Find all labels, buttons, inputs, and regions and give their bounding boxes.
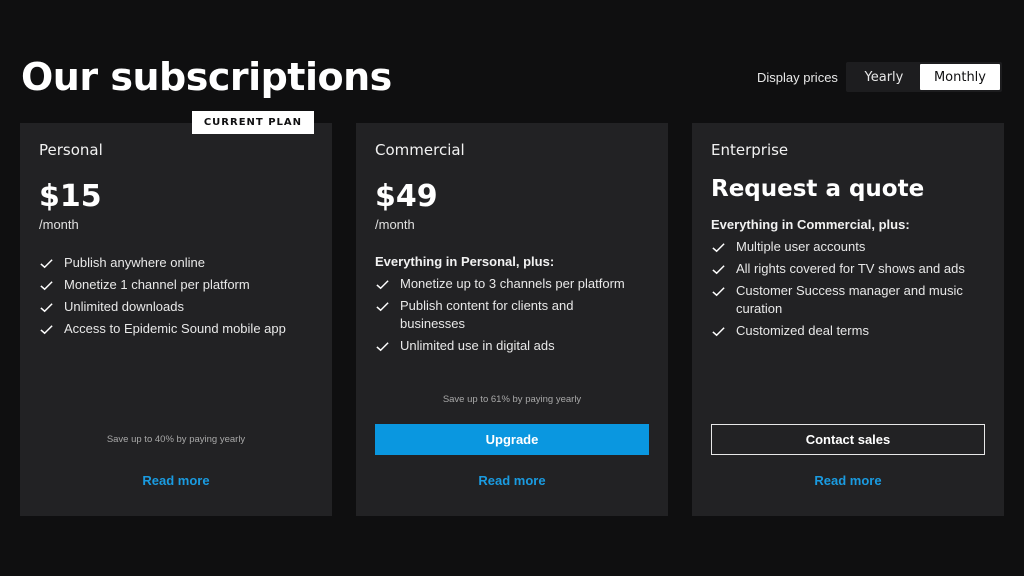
feature-item: Unlimited use in digital ads <box>375 337 649 355</box>
checkmark-icon <box>40 281 53 291</box>
plan-card-enterprise: Enterprise Request a quote Everything in… <box>692 123 1004 516</box>
checkmark-icon <box>376 342 389 352</box>
contact-sales-button[interactable]: Contact sales <box>711 424 985 455</box>
subscriptions-page: Our subscriptions Display prices Yearly … <box>0 0 1024 576</box>
checkmark-icon <box>376 302 389 312</box>
monthly-toggle-button[interactable]: Monthly <box>919 64 1000 90</box>
feature-text: All rights covered for TV shows and ads <box>736 261 965 276</box>
checkmark-icon <box>376 280 389 290</box>
checkmark-icon <box>712 327 725 337</box>
feature-list: Publish anywhere online Monetize 1 chann… <box>39 254 313 338</box>
feature-text: Monetize 1 channel per platform <box>64 277 250 292</box>
feature-list: Multiple user accounts All rights covere… <box>711 238 985 340</box>
current-plan-badge: CURRENT PLAN <box>191 111 314 134</box>
feature-text: Multiple user accounts <box>736 239 866 254</box>
plan-intro: Everything in Commercial, plus: <box>711 217 910 232</box>
feature-item: Monetize up to 3 channels per platform <box>375 275 649 293</box>
read-more-link[interactable]: Read more <box>20 473 332 488</box>
feature-item: Access to Epidemic Sound mobile app <box>39 320 313 338</box>
checkmark-icon <box>40 303 53 313</box>
feature-text: Publish content for clients and business… <box>400 298 574 331</box>
plan-name: Commercial <box>375 141 465 159</box>
plan-card-commercial: Commercial $49 /month Everything in Pers… <box>356 123 668 516</box>
feature-item: Unlimited downloads <box>39 298 313 316</box>
plan-card-personal: CURRENT PLAN Personal $15 /month Publish… <box>20 111 332 516</box>
plan-price: $15 <box>39 179 102 214</box>
yearly-savings-note: Save up to 40% by paying yearly <box>106 434 246 445</box>
feature-text: Customer Success manager and music curat… <box>736 283 963 316</box>
feature-item: Publish anywhere online <box>39 254 313 272</box>
feature-text: Unlimited use in digital ads <box>400 338 555 353</box>
read-more-link[interactable]: Read more <box>356 473 668 488</box>
read-more-link[interactable]: Read more <box>692 473 1004 488</box>
feature-item: Monetize 1 channel per platform <box>39 276 313 294</box>
display-prices-label: Display prices <box>757 69 838 85</box>
yearly-toggle-button[interactable]: Yearly <box>848 64 920 90</box>
feature-text: Unlimited downloads <box>64 299 184 314</box>
feature-item: All rights covered for TV shows and ads <box>711 260 985 278</box>
feature-item: Customized deal terms <box>711 322 985 340</box>
plan-name: Personal <box>39 141 103 159</box>
feature-item: Multiple user accounts <box>711 238 985 256</box>
feature-item: Publish content for clients and business… <box>375 297 649 333</box>
feature-text: Access to Epidemic Sound mobile app <box>64 321 286 336</box>
price-display-toggle-group: Display prices Yearly Monthly <box>757 62 1002 92</box>
request-quote-headline: Request a quote <box>711 176 925 202</box>
plan-intro: Everything in Personal, plus: <box>375 254 555 269</box>
yearly-savings-note: Save up to 61% by paying yearly <box>442 394 582 405</box>
feature-text: Customized deal terms <box>736 323 869 338</box>
billing-period-toggle: Yearly Monthly <box>845 62 1002 92</box>
plan-price: $49 <box>375 179 438 214</box>
checkmark-icon <box>40 259 53 269</box>
checkmark-icon <box>712 243 725 253</box>
price-unit: /month <box>39 217 79 232</box>
feature-text: Publish anywhere online <box>64 255 205 270</box>
checkmark-icon <box>712 265 725 275</box>
feature-item: Customer Success manager and music curat… <box>711 282 985 318</box>
feature-list: Monetize up to 3 channels per platform P… <box>375 275 649 355</box>
feature-text: Monetize up to 3 channels per platform <box>400 276 625 291</box>
checkmark-icon <box>712 287 725 297</box>
checkmark-icon <box>40 325 53 335</box>
page-title: Our subscriptions <box>21 55 392 99</box>
price-unit: /month <box>375 217 415 232</box>
plan-name: Enterprise <box>711 141 789 159</box>
plan-cards: CURRENT PLAN Personal $15 /month Publish… <box>20 111 1004 516</box>
upgrade-button[interactable]: Upgrade <box>375 424 649 455</box>
